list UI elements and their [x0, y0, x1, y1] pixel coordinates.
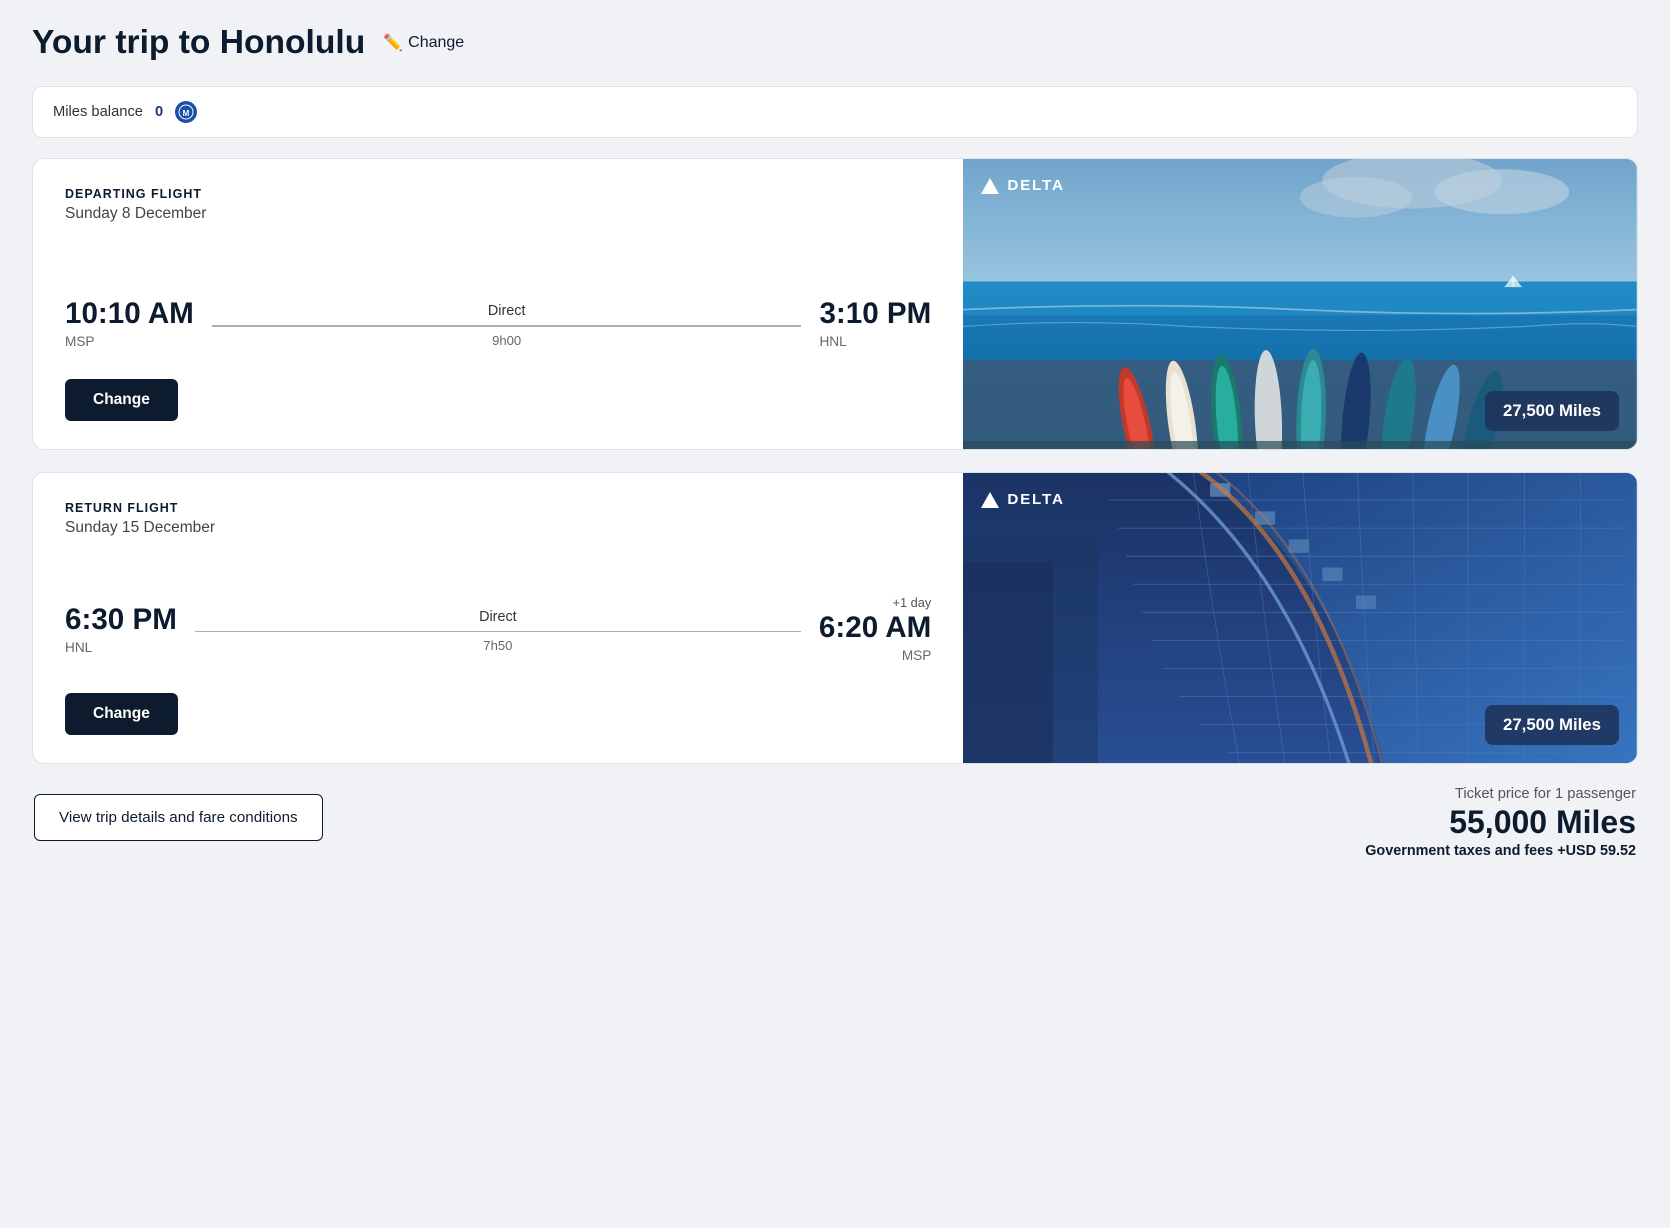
departing-arrive-time: 3:10 PM [819, 298, 931, 331]
bottom-section: View trip details and fare conditions Ti… [32, 786, 1638, 859]
departing-depart-time: 10:10 AM [65, 298, 194, 331]
ticket-price-label: Ticket price for 1 passenger [1365, 786, 1636, 802]
departing-flight-card: DEPARTING FLIGHT Sunday 8 December 10:10… [32, 158, 1638, 450]
page-title: Your trip to Honolulu [32, 24, 365, 62]
pencil-icon: ✏️ [383, 33, 403, 53]
departing-depart-airport: MSP [65, 334, 194, 349]
return-miles-badge: 27,500 Miles [1485, 705, 1619, 745]
svg-text:M: M [183, 109, 190, 118]
return-depart-airport: HNL [65, 640, 177, 655]
departing-flight-image: DELTA 27,500 Miles [963, 159, 1637, 449]
change-trip-label: Change [408, 34, 464, 52]
departing-flight-route: 10:10 AM MSP Direct 9h00 3:10 PM HNL [65, 298, 931, 349]
miles-balance-bar: Miles balance 0 M [32, 86, 1638, 138]
pricing-summary: Ticket price for 1 passenger 55,000 Mile… [1365, 786, 1636, 859]
departing-flight-type: DEPARTING FLIGHT [65, 187, 931, 201]
departing-duration: 9h00 [492, 333, 521, 348]
return-flight-middle: Direct 7h50 [177, 605, 819, 654]
return-duration: 7h50 [483, 638, 512, 653]
total-miles: 55,000 Miles [1365, 804, 1636, 841]
departing-change-button[interactable]: Change [65, 379, 178, 421]
taxes-label: Government taxes and fees [1365, 843, 1553, 859]
miles-balance-label: Miles balance [53, 104, 143, 120]
departing-flight-date: Sunday 8 December [65, 205, 931, 223]
departing-airline-name: DELTA [1007, 177, 1064, 194]
taxes-fees: Government taxes and fees +USD 59.52 [1365, 843, 1636, 859]
return-delta-triangle-icon [981, 492, 999, 508]
departing-delta-badge: DELTA [981, 177, 1064, 194]
return-airline-name: DELTA [1007, 491, 1064, 508]
return-flight-line [195, 631, 801, 633]
page-container: Your trip to Honolulu ✏️ Change Miles ba… [0, 0, 1670, 899]
view-trip-button[interactable]: View trip details and fare conditions [34, 794, 323, 841]
return-direct-label: Direct [479, 609, 517, 625]
departing-direct-label: Direct [488, 303, 526, 319]
return-flight-info: RETURN FLIGHT Sunday 15 December 6:30 PM… [33, 473, 963, 763]
return-flight-image: DELTA 27,500 Miles [963, 473, 1637, 763]
return-delta-badge: DELTA [981, 491, 1064, 508]
change-trip-link[interactable]: ✏️ Change [383, 33, 464, 53]
return-arrive-time: 6:20 AM [819, 612, 931, 645]
departing-flight-middle: Direct 9h00 [194, 299, 820, 348]
return-arrive-airport: MSP [819, 648, 931, 663]
departing-flight-info: DEPARTING FLIGHT Sunday 8 December 10:10… [33, 159, 963, 449]
return-arrive-block: +1 day 6:20 AM MSP [819, 595, 931, 663]
return-flight-type: RETURN FLIGHT [65, 501, 931, 515]
return-change-button[interactable]: Change [65, 693, 178, 735]
departing-arrive-airport: HNL [819, 334, 931, 349]
departing-miles-badge: 27,500 Miles [1485, 391, 1619, 431]
return-depart-time: 6:30 PM [65, 604, 177, 637]
return-plus-day: +1 day [819, 595, 931, 610]
return-flight-date: Sunday 15 December [65, 519, 931, 537]
taxes-value: +USD 59.52 [1557, 843, 1636, 859]
return-flight-card: RETURN FLIGHT Sunday 15 December 6:30 PM… [32, 472, 1638, 764]
miles-balance-value: 0 [155, 104, 163, 120]
page-header: Your trip to Honolulu ✏️ Change [32, 24, 1638, 62]
departing-flight-line [212, 325, 802, 327]
return-depart-block: 6:30 PM HNL [65, 604, 177, 655]
departing-depart-block: 10:10 AM MSP [65, 298, 194, 349]
miles-icon: M [175, 101, 197, 123]
departing-delta-triangle-icon [981, 178, 999, 194]
return-flight-route: 6:30 PM HNL Direct 7h50 +1 day 6:20 AM M… [65, 595, 931, 663]
departing-arrive-block: 3:10 PM HNL [819, 298, 931, 349]
